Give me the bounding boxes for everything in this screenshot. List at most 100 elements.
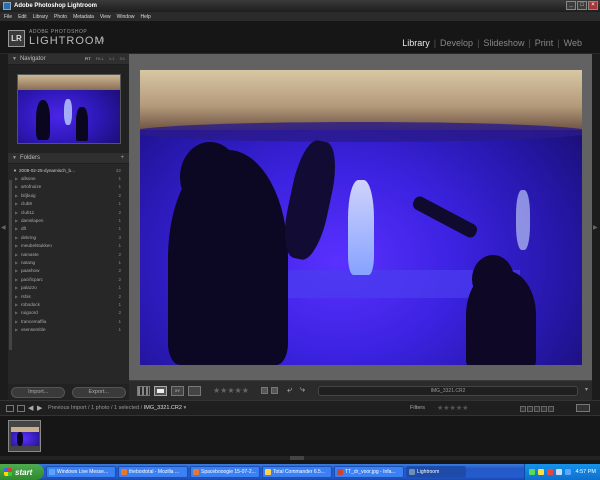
compare-view-icon[interactable]: XY — [171, 386, 184, 396]
previous-arrow-icon[interactable]: ◀ — [28, 404, 33, 412]
start-button[interactable]: start — [0, 464, 44, 480]
taskbar-item-lightroom[interactable]: Lightroom — [406, 466, 466, 478]
pick-flag-icon[interactable] — [261, 387, 268, 394]
expand-triangle-icon[interactable]: ▶ — [15, 319, 18, 324]
expand-triangle-icon[interactable]: ▶ — [15, 268, 18, 273]
folder-item[interactable]: ▶ natang 1 — [8, 258, 129, 266]
folder-item[interactable]: ▶ damslapen 1 — [8, 216, 129, 224]
menu-window[interactable]: Window — [117, 14, 135, 20]
taskbar-item-spacebooogie[interactable]: Spacebooogie 15-07-2... — [190, 466, 260, 478]
filter-toggle-icon[interactable] — [576, 404, 590, 412]
folder-item[interactable]: ▶ allsone 1 — [8, 174, 129, 182]
expand-triangle-icon[interactable]: ▶ — [15, 302, 18, 307]
module-print[interactable]: Print — [535, 38, 554, 48]
toolbar-menu-icon[interactable]: ▾ — [585, 386, 588, 393]
folder-root[interactable]: ▼ 2008-02-25-dynamisch_b... 22 — [8, 166, 129, 174]
folder-item[interactable]: ▶ bl/jbuig 2 — [8, 191, 129, 199]
loupe-view-icon[interactable] — [154, 386, 167, 396]
folder-item[interactable]: ▶ club11 2 — [8, 208, 129, 216]
expand-triangle-icon[interactable]: ▶ — [15, 285, 18, 290]
filmstrip-breadcrumb[interactable]: Previous Import / 1 photo / 1 selected /… — [48, 405, 186, 411]
zoom-1-1[interactable]: 1:1 — [109, 56, 115, 61]
grid-view-icon[interactable] — [137, 386, 150, 396]
navigator-header[interactable]: ▼ Navigator FIT FILL 1:1 3:1 — [8, 54, 129, 65]
tray-volume-icon[interactable] — [555, 469, 562, 475]
close-button[interactable]: × — [588, 1, 598, 10]
expand-triangle-icon[interactable]: ▶ — [15, 226, 18, 231]
folder-item[interactable]: ▶ robodock 1 — [8, 300, 129, 308]
zoom-fit[interactable]: FIT — [85, 56, 91, 61]
rotate-left-icon[interactable]: ⤶ — [287, 384, 292, 395]
color-filter-swatch[interactable] — [541, 406, 547, 412]
filmstrip-scrollbar[interactable] — [0, 456, 600, 460]
taskbar-item-total-commander[interactable]: Total Commander 6.5... — [262, 466, 332, 478]
folder-item[interactable]: ▶ palazzo 1 — [8, 283, 129, 291]
expand-triangle-icon[interactable]: ▶ — [15, 201, 18, 206]
expand-triangle-icon[interactable]: ▶ — [15, 327, 18, 332]
add-folder-icon[interactable]: + — [120, 155, 124, 161]
folder-item[interactable]: ▶ dft 1 — [8, 225, 129, 233]
menu-photo[interactable]: Photo — [54, 14, 67, 20]
expand-triangle-icon[interactable]: ▶ — [15, 193, 18, 198]
folder-item[interactable]: ▶ meubelstukken 1 — [8, 242, 129, 250]
module-web[interactable]: Web — [564, 38, 582, 48]
tray-messenger-icon[interactable] — [564, 469, 571, 475]
survey-view-icon[interactable] — [188, 386, 201, 396]
color-filter-swatch[interactable] — [534, 406, 540, 412]
expand-triangle-icon[interactable]: ▶ — [15, 252, 18, 257]
expand-triangle-icon[interactable]: ▶ — [15, 294, 18, 299]
module-slideshow[interactable]: Slideshow — [483, 38, 524, 48]
folder-item[interactable]: ▶ namaste 2 — [8, 250, 129, 258]
color-filter-swatch[interactable] — [548, 406, 554, 412]
filter-rating-stars[interactable]: ★★★★★ — [437, 404, 468, 412]
tray-antivirus-icon[interactable] — [546, 469, 553, 475]
menu-library[interactable]: Library — [33, 14, 48, 20]
reject-flag-icon[interactable] — [271, 387, 278, 394]
folder-item[interactable]: ▶ rshis 2 — [8, 292, 129, 300]
tray-network-icon[interactable] — [528, 469, 535, 475]
rotate-right-icon[interactable]: ⤷ — [300, 384, 305, 395]
expand-triangle-icon[interactable]: ▼ — [13, 168, 17, 173]
menu-view[interactable]: View — [100, 14, 111, 20]
filmstrip-thumbnail[interactable] — [8, 420, 41, 452]
export-button[interactable]: Export... — [71, 386, 126, 398]
menu-file[interactable]: File — [4, 14, 12, 20]
folder-item[interactable]: ▶ artofnoize 1 — [8, 183, 129, 191]
module-develop[interactable]: Develop — [440, 38, 473, 48]
folder-item[interactable]: ▶ trancemaffia 1 — [8, 317, 129, 325]
expand-triangle-icon[interactable]: ▶ — [15, 176, 18, 181]
expand-triangle-icon[interactable]: ▶ — [15, 243, 18, 248]
expand-triangle-icon[interactable]: ▶ — [15, 260, 18, 265]
scrollbar-knob[interactable] — [290, 456, 304, 460]
right-panel-edge[interactable]: ▶ — [592, 54, 600, 400]
folder-item[interactable]: ▶ pacificparc 2 — [8, 275, 129, 283]
folders-header[interactable]: ▼ Folders + — [8, 153, 129, 164]
expand-triangle-icon[interactable]: ▶ — [15, 277, 18, 282]
zoom-3-1[interactable]: 3:1 — [119, 56, 125, 61]
zoom-fill[interactable]: FILL — [96, 56, 104, 61]
folder-item[interactable]: ▶ paashow 2 — [8, 267, 129, 275]
folder-item[interactable]: ▶ ruigoord 2 — [8, 309, 129, 317]
menu-help[interactable]: Help — [140, 14, 150, 20]
taskbar-item-irfanview[interactable]: TT_dr_voor.jpg - Infa... — [334, 466, 404, 478]
next-arrow-icon[interactable]: ▶ — [37, 404, 42, 412]
menu-metadata[interactable]: Metadata — [73, 14, 94, 20]
folder-item[interactable]: ▶ vsensemble 1 — [8, 325, 129, 333]
minimize-button[interactable]: _ — [566, 1, 576, 10]
collapse-left-icon[interactable]: ◀ — [1, 224, 6, 231]
folder-item[interactable]: ▶ club8 1 — [8, 200, 129, 208]
breadcrumb-dropdown-icon[interactable]: ▾ — [183, 405, 186, 411]
menu-edit[interactable]: Edit — [18, 14, 27, 20]
grid-mode-icon[interactable] — [17, 405, 25, 412]
collapse-triangle-icon[interactable]: ▼ — [12, 56, 17, 62]
rating-stars[interactable]: ★★★★★ — [213, 386, 249, 395]
module-library[interactable]: Library — [402, 38, 430, 48]
tray-security-icon[interactable] — [537, 469, 544, 475]
expand-triangle-icon[interactable]: ▶ — [15, 218, 18, 223]
taskbar-item-mozilla[interactable]: theboxtotal - Mozilla ... — [118, 466, 188, 478]
left-panel-edge[interactable]: ◀ — [0, 54, 8, 400]
taskbar-item-messenger[interactable]: Windows Live Messe... — [46, 466, 116, 478]
collapse-triangle-icon[interactable]: ▼ — [12, 155, 17, 161]
import-button[interactable]: Import... — [11, 386, 66, 398]
expand-right-icon[interactable]: ▶ — [593, 224, 598, 231]
